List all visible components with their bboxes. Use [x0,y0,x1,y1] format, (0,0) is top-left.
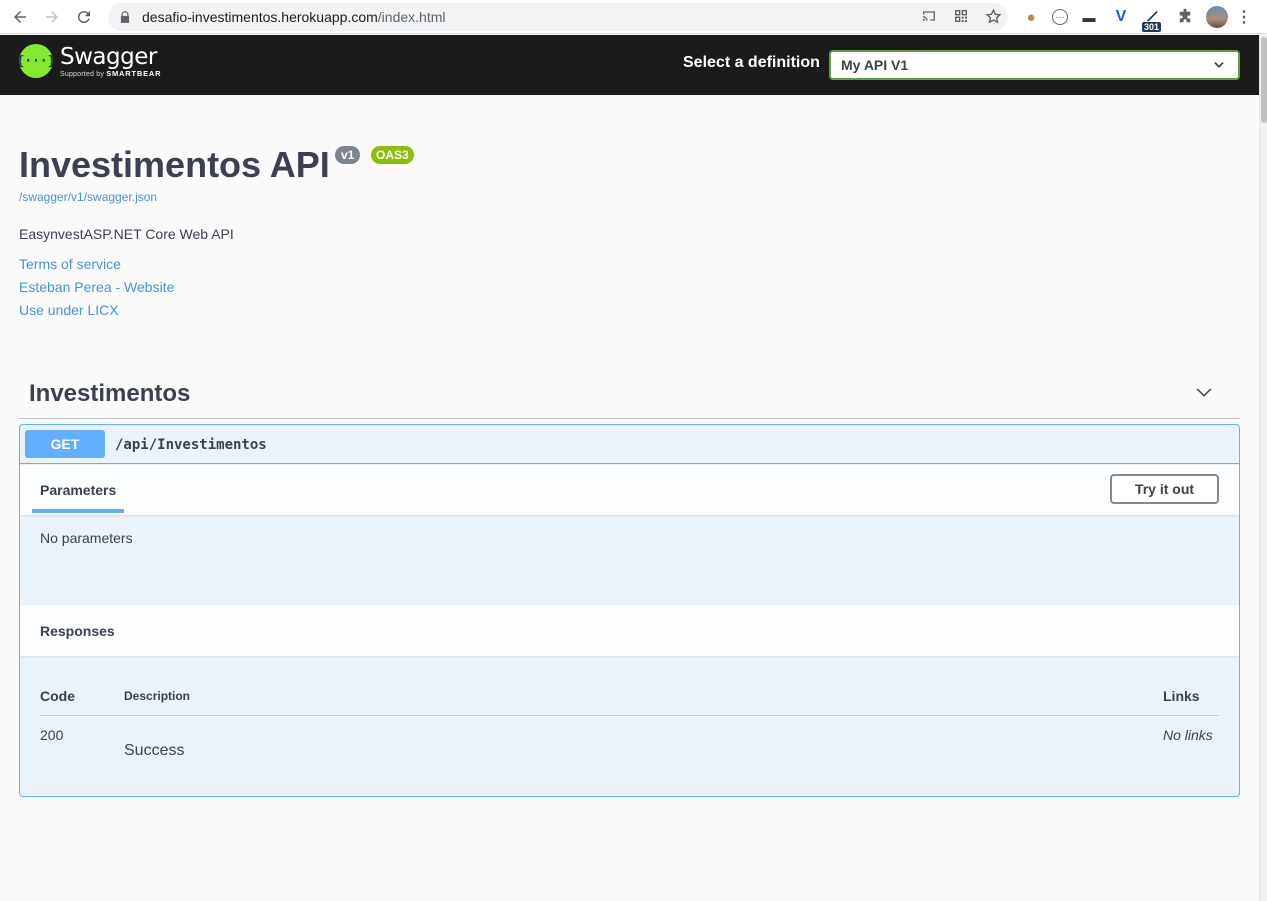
page-scrollbar[interactable] [1259,35,1267,901]
spec-url-link[interactable]: /swagger/v1/swagger.json [19,190,157,204]
collapse-chevron-icon[interactable] [1195,383,1213,401]
swagger-brackets-icon: {···} [16,44,56,78]
chevron-down-icon [1214,62,1224,68]
tab-parameters[interactable]: Parameters [40,482,116,498]
cookie-extension-icon[interactable]: ● [1020,6,1042,28]
table-divider [40,715,1219,716]
swagger-topbar: {···} Swagger Supported by SMARTBEAR Sel… [0,35,1259,95]
logo-subtitle: Supported by SMARTBEAR [60,69,161,78]
scrollbar-thumb[interactable] [1261,37,1267,123]
oas-badge: OAS3 [371,146,414,164]
api-title: Investimentos API [19,144,330,185]
swagger-logo[interactable]: {···} Swagger Supported by SMARTBEAR [16,43,161,78]
extensions-puzzle-icon[interactable] [1174,6,1196,28]
definition-value: My API V1 [841,57,909,73]
url-host: desafio-investimentos.herokuapp.com [142,9,378,25]
bookmark-star-icon[interactable] [984,7,1002,25]
definition-select[interactable]: My API V1 [829,50,1240,80]
version-badge: v1 [335,146,361,164]
no-parameters-text: No parameters [40,530,133,546]
tab-underline [32,509,124,513]
license-link[interactable]: Use under LICX [19,302,119,318]
qr-code-icon[interactable] [952,7,970,25]
redirect-count-badge: 301 [1142,22,1162,32]
mask-extension-icon[interactable]: ▬ [1078,6,1100,28]
response-links: No links [1163,727,1213,743]
logo-title: Swagger [60,43,157,70]
browser-menu-icon[interactable]: ⋮ [1236,6,1252,28]
forward-arrow-icon[interactable] [40,5,64,29]
lock-icon [120,11,130,23]
responses-title: Responses [40,623,115,639]
operation-block: GET /api/Investimentos Parameters Try it… [19,424,1240,797]
profile-avatar[interactable] [1206,6,1228,28]
parameters-header: Parameters Try it out [20,465,1239,515]
redirect-extension-icon[interactable]: 301 [1142,6,1164,32]
responses-header: Responses [20,605,1239,656]
tag-title[interactable]: Investimentos [29,380,190,408]
api-description: EasynvestASP.NET Core Web API [19,226,234,242]
cast-icon[interactable] [920,7,938,25]
response-code: 200 [40,727,64,743]
reload-icon[interactable] [72,5,96,29]
logo-sub-prefix: Supported by [60,70,105,78]
http-method-badge: GET [25,430,105,458]
back-arrow-icon[interactable] [8,5,32,29]
url-path: /index.html [377,9,446,25]
operation-summary[interactable]: GET /api/Investimentos [20,425,1239,464]
definition-label: Select a definition [683,54,820,71]
terms-of-service-link[interactable]: Terms of service [19,256,121,272]
contact-website-link[interactable]: Esteban Perea - Website [19,279,174,295]
column-header-description: Description [124,689,191,703]
v-extension-icon[interactable]: V [1110,6,1132,28]
url-text: desafio-investimentos.herokuapp.com/inde… [142,9,446,25]
response-description: Success [124,742,185,759]
logo-sub-brand: SMARTBEAR [106,68,162,78]
dots-extension-icon[interactable]: ··· [1052,9,1068,25]
address-bar[interactable]: desafio-investimentos.herokuapp.com/inde… [108,3,1008,31]
column-header-code: Code [40,688,75,704]
try-it-out-button[interactable]: Try it out [1110,474,1219,504]
column-header-links: Links [1163,688,1200,704]
operation-path: /api/Investimentos [115,437,267,453]
tag-divider [19,418,1240,419]
